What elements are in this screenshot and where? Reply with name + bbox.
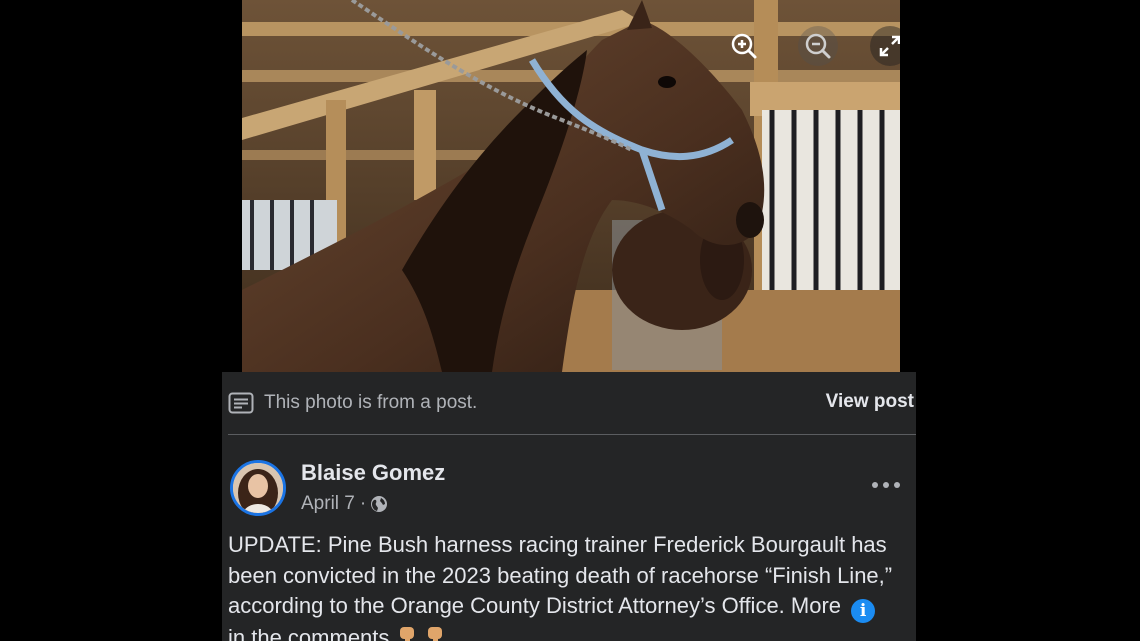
pointing-down-emoji <box>399 627 414 641</box>
post-photo[interactable] <box>242 0 900 372</box>
post-text: UPDATE: Pine Bush harness racing trainer… <box>228 530 914 641</box>
zoom-in-icon <box>731 33 757 59</box>
more-dot <box>883 482 889 488</box>
fullscreen-icon <box>879 35 900 57</box>
more-dot <box>872 482 878 488</box>
zoom-in-button[interactable] <box>724 26 764 66</box>
globe-icon <box>371 496 388 512</box>
post-notice: This photo is from a post. View post <box>228 388 914 418</box>
avatar[interactable] <box>230 460 286 516</box>
post-date[interactable]: April 7 <box>301 493 355 515</box>
post-notice-text: This photo is from a post. <box>264 392 478 413</box>
pointing-down-emoji <box>427 627 442 641</box>
more-dot <box>894 482 900 488</box>
post-text-main: UPDATE: Pine Bush harness racing trainer… <box>228 532 893 618</box>
post-text-tail: in the comments <box>228 625 390 641</box>
zoom-out-button[interactable] <box>798 26 838 66</box>
post-panel: This photo is from a post. View post Bla… <box>222 372 916 641</box>
meta-separator: · <box>359 493 367 514</box>
information-emoji: i <box>851 599 876 623</box>
zoom-out-icon <box>805 33 831 59</box>
avatar-image <box>233 463 283 513</box>
more-options-button[interactable] <box>872 478 900 492</box>
divider <box>228 434 916 435</box>
view-post-link[interactable]: View post <box>826 391 914 413</box>
author-name[interactable]: Blaise Gomez <box>301 460 445 486</box>
post-document-icon <box>228 392 254 414</box>
post-meta: April 7 · <box>301 493 388 515</box>
